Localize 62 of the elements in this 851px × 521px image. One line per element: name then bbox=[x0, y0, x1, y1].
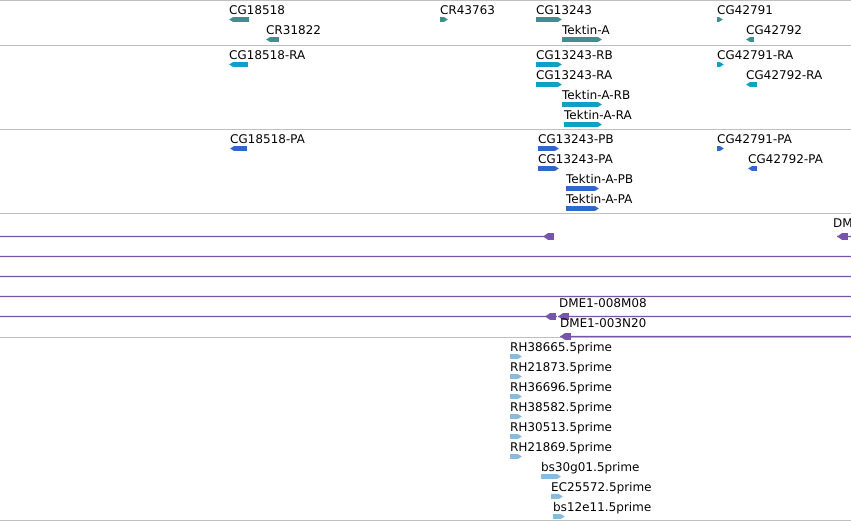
feature-label: CG42792-PA bbox=[748, 152, 823, 166]
feature-label: RH30513.5prime bbox=[510, 420, 612, 434]
feature-label: CG13243-RB bbox=[536, 48, 613, 62]
feature-arrow[interactable] bbox=[566, 206, 599, 211]
feature-arrow[interactable] bbox=[538, 146, 559, 151]
feature-label: EC25572.5prime bbox=[551, 480, 652, 494]
clone-line[interactable] bbox=[0, 233, 554, 240]
feature-label: CG18518-RA bbox=[229, 48, 306, 62]
feature-arrow[interactable] bbox=[440, 17, 448, 22]
feature-label: Tektin-A-RA bbox=[564, 108, 632, 122]
feature-label: CG13243-PB bbox=[538, 132, 614, 146]
feature-arrow[interactable] bbox=[748, 166, 757, 171]
clone-line[interactable] bbox=[0, 313, 557, 320]
feature-label: CG42792 bbox=[746, 23, 802, 37]
feature-arrow[interactable] bbox=[717, 17, 723, 22]
feature-label: CG13243-RA bbox=[536, 68, 612, 82]
clone-line[interactable] bbox=[0, 253, 851, 260]
feature-label: CG18518 bbox=[229, 3, 285, 17]
feature-arrow[interactable] bbox=[562, 102, 602, 107]
feature-label: Tektin-A-PB bbox=[566, 172, 634, 186]
feature-arrow[interactable] bbox=[538, 166, 559, 171]
clone-line[interactable] bbox=[837, 233, 851, 240]
feature-arrow[interactable] bbox=[230, 146, 247, 151]
feature-label: bs12e11.5prime bbox=[553, 500, 652, 514]
feature-arrow[interactable] bbox=[566, 186, 599, 191]
feature-arrow[interactable] bbox=[536, 62, 562, 67]
feature-label: Tektin-A-PA bbox=[566, 192, 632, 206]
clone-line[interactable] bbox=[560, 333, 851, 340]
feature-label: RH38582.5prime bbox=[510, 400, 612, 414]
feature-label: RH38665.5prime bbox=[510, 340, 612, 354]
feature-label: CG42792-RA bbox=[746, 68, 822, 82]
feature-label: CR31822 bbox=[266, 23, 321, 37]
feature-arrow[interactable] bbox=[746, 82, 757, 87]
clone-label: DME1-008M08 bbox=[559, 296, 647, 310]
feature-label: Tektin-A-RB bbox=[562, 88, 630, 102]
feature-label: bs30g01.5prime bbox=[541, 460, 640, 474]
feature-arrow[interactable] bbox=[717, 62, 724, 67]
feature-arrow[interactable] bbox=[229, 62, 248, 67]
feature-arrow[interactable] bbox=[229, 17, 249, 22]
clone-line[interactable] bbox=[0, 293, 851, 300]
clone-label: DM bbox=[833, 216, 851, 230]
feature-label: CG13243 bbox=[536, 3, 592, 17]
feature-arrow[interactable] bbox=[266, 37, 279, 42]
feature-label: RH36696.5prime bbox=[510, 380, 612, 394]
feature-label: CG18518-PA bbox=[230, 132, 305, 146]
feature-label: RH21873.5prime bbox=[510, 360, 612, 374]
feature-arrow[interactable] bbox=[564, 122, 602, 127]
feature-label: CG42791 bbox=[717, 3, 773, 17]
feature-label: CG13243-PA bbox=[538, 152, 613, 166]
clone-label: DME1-003N20 bbox=[560, 316, 646, 330]
clone-line[interactable] bbox=[558, 313, 851, 320]
feature-arrow[interactable] bbox=[536, 17, 562, 22]
clone-line[interactable] bbox=[0, 273, 851, 280]
feature-label: Tektin-A bbox=[562, 23, 610, 37]
feature-arrow[interactable] bbox=[536, 82, 562, 87]
feature-arrow[interactable] bbox=[746, 37, 754, 42]
feature-arrow[interactable] bbox=[717, 146, 724, 151]
feature-label: RH21869.5prime bbox=[510, 440, 612, 454]
feature-arrow[interactable] bbox=[562, 37, 602, 42]
feature-label: CG42791-PA bbox=[717, 132, 792, 146]
feature-label: CG42791-RA bbox=[717, 48, 794, 62]
feature-label: CR43763 bbox=[440, 3, 495, 17]
